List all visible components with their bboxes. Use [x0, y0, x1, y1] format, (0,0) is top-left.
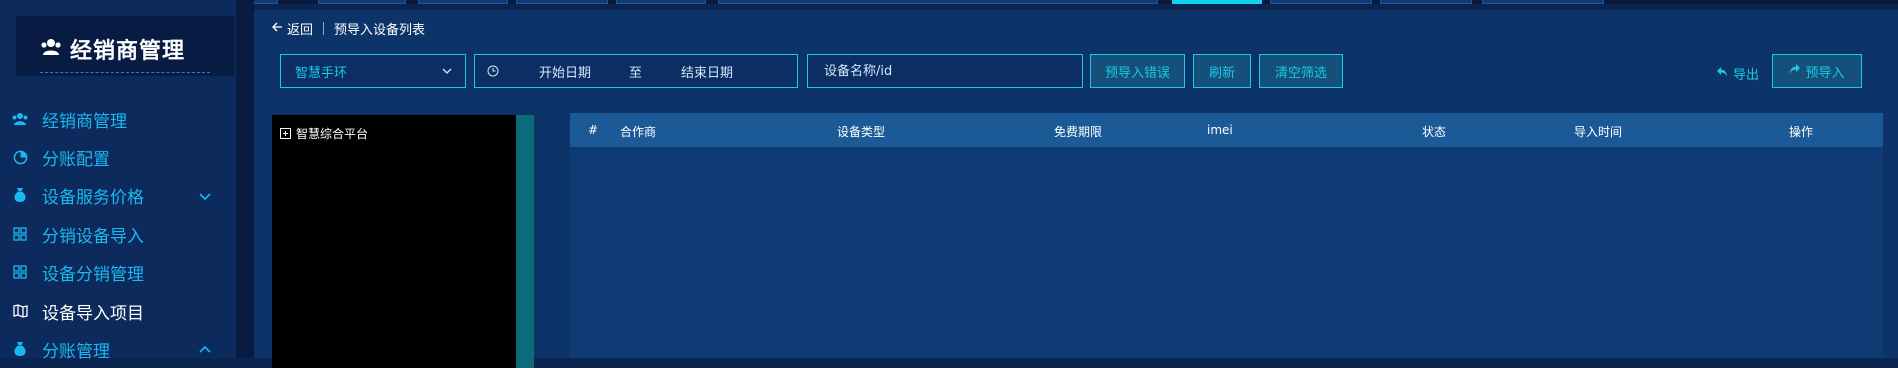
clock-icon: [487, 65, 499, 77]
clear-filters-button[interactable]: 清空筛选: [1259, 54, 1343, 88]
sidebar-item-dealer-management[interactable]: 经销商管理: [0, 101, 236, 137]
top-nav-strip: [0, 0, 1898, 4]
column-header-index: #: [588, 123, 599, 137]
sidebar-brand: 经销商管理: [16, 16, 234, 76]
arrow-left-icon: [272, 21, 283, 36]
sidebar-item-label: 分账配置: [42, 149, 110, 170]
org-tree-panel: 智慧综合平台: [272, 115, 516, 368]
top-nav-tab[interactable]: [318, 0, 406, 4]
column-header-status: 状态: [1422, 125, 1447, 139]
date-range-separator: 至: [629, 65, 643, 81]
grid-icon: [12, 264, 28, 280]
device-table: # 合作商 设备类型 免费期限 imei 状态 导入时间 操作: [570, 113, 1883, 358]
sidebar-item-device-distribution[interactable]: 设备分销管理: [0, 254, 236, 290]
top-nav-tab[interactable]: [516, 0, 608, 4]
breadcrumb: 返回 预导入设备列表: [272, 18, 425, 38]
sidebar-item-label: 设备分销管理: [42, 264, 144, 285]
top-nav-tab[interactable]: [418, 0, 508, 4]
date-range-picker[interactable]: 开始日期 至 结束日期: [474, 54, 798, 88]
filter-toolbar: 智慧手环 开始日期 至 结束日期 预导入错误 刷新 清空筛选 导出: [254, 50, 1898, 94]
sidebar-gutter: [236, 0, 254, 358]
column-header-device-type: 设备类型: [837, 125, 886, 139]
pre-import-errors-button[interactable]: 预导入错误: [1090, 54, 1185, 88]
sidebar-item-split-management[interactable]: 分账管理: [0, 331, 236, 367]
sidebar-title: 经销商管理: [70, 39, 186, 64]
sidebar-item-distribution-import[interactable]: 分销设备导入: [0, 216, 236, 252]
column-header-import-time: 导入时间: [1574, 125, 1623, 139]
sidebar-item-label: 设备服务价格: [42, 187, 144, 208]
tree-node-root[interactable]: 智慧综合平台: [280, 125, 368, 142]
sidebar-item-split-config[interactable]: 分账配置: [0, 139, 236, 175]
money-bag-icon: [12, 187, 28, 203]
top-nav-tab[interactable]: [1482, 0, 1604, 4]
chevron-down-icon: [441, 65, 453, 77]
top-search-box[interactable]: [718, 0, 1158, 4]
table-body: [570, 147, 1883, 358]
device-search-field[interactable]: [807, 54, 1083, 88]
table-header: # 合作商 设备类型 免费期限 imei 状态 导入时间 操作: [570, 113, 1883, 147]
map-icon: [12, 303, 28, 319]
back-label: 返回: [287, 22, 314, 38]
refresh-button[interactable]: 刷新: [1193, 54, 1251, 88]
pre-import-label: 预导入: [1805, 65, 1845, 81]
sidebar-item-device-import-project[interactable]: 设备导入项目: [0, 293, 236, 329]
top-nav-tab-active[interactable]: [1172, 0, 1262, 4]
search-input[interactable]: [822, 62, 1066, 80]
device-type-select[interactable]: 智慧手环: [280, 54, 466, 88]
expand-plus-icon[interactable]: [280, 128, 291, 139]
chevron-down-icon: [198, 188, 212, 202]
brand-divider: [40, 72, 210, 73]
share-icon: [1789, 63, 1801, 79]
column-header-free-period: 免费期限: [1054, 125, 1103, 139]
column-header-partner: 合作商: [620, 125, 657, 139]
column-header-imei: imei: [1207, 123, 1233, 137]
money-bag-icon: [12, 341, 28, 357]
grid-icon: [12, 226, 28, 242]
top-nav-tab[interactable]: [1270, 0, 1372, 4]
pre-import-button[interactable]: 预导入: [1772, 54, 1862, 88]
export-icon: [1716, 66, 1728, 82]
back-link[interactable]: 返回: [272, 19, 313, 38]
sidebar-item-label: 经销商管理: [42, 111, 127, 132]
top-nav-tab[interactable]: [616, 0, 706, 4]
start-date-field[interactable]: 开始日期: [539, 62, 591, 81]
sidebar-item-label: 分销设备导入: [42, 226, 144, 247]
top-nav-tab[interactable]: [1380, 0, 1472, 4]
tree-resize-handle[interactable]: [516, 115, 534, 368]
end-date-field[interactable]: 结束日期: [681, 62, 733, 81]
main-panel: 返回 预导入设备列表 智慧手环 开始日期 至 结束日期 预导入错误 刷新 清空筛…: [254, 10, 1898, 368]
tree-node-label: 智慧综合平台: [296, 127, 369, 141]
device-type-value: 智慧手环: [295, 65, 348, 81]
users-icon: [40, 38, 62, 60]
chevron-up-icon: [198, 342, 212, 356]
export-label: 导出: [1733, 68, 1760, 83]
pie-chart-icon: [12, 149, 28, 165]
export-button[interactable]: 导出: [1716, 64, 1759, 83]
sidebar-item-label: 设备导入项目: [42, 303, 144, 324]
users-icon: [12, 111, 28, 127]
column-header-actions: 操作: [1789, 125, 1814, 139]
sidebar-item-device-service-price[interactable]: 设备服务价格: [0, 177, 236, 213]
page-title: 预导入设备列表: [334, 22, 426, 38]
breadcrumb-separator: [323, 21, 325, 35]
sidebar: 经销商管理 经销商管理 分账配置 设备服务价格 分销设备导入 设备分销管理 设备…: [0, 0, 236, 362]
